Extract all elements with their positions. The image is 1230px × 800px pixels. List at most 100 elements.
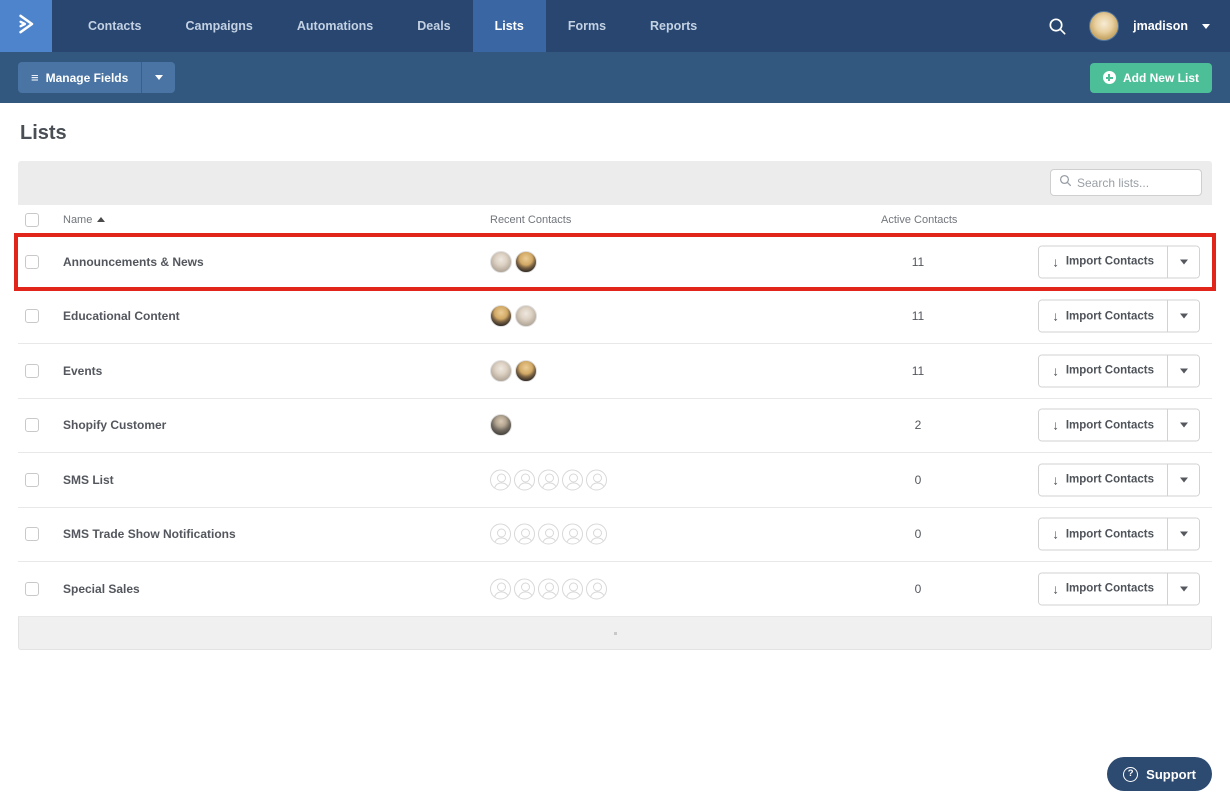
table-body: Announcements & News 11 ↓ Import Contacts Ed…	[18, 235, 1212, 617]
nav-item-reports[interactable]: Reports	[628, 0, 719, 52]
import-contacts-button[interactable]: ↓ Import Contacts	[1039, 355, 1167, 387]
list-name[interactable]: Shopify Customer	[63, 418, 166, 432]
import-contacts-split-button: ↓ Import Contacts	[1038, 572, 1200, 606]
import-options-dropdown-button[interactable]	[1167, 573, 1199, 605]
row-checkbox[interactable]	[25, 527, 39, 542]
active-contacts-count: 11	[911, 363, 925, 378]
empty-avatar-placeholder	[490, 578, 511, 600]
list-name[interactable]: SMS List	[63, 473, 114, 487]
row-checkbox[interactable]	[25, 309, 39, 324]
import-contacts-button[interactable]: ↓ Import Contacts	[1039, 573, 1167, 605]
nav-item-deals[interactable]: Deals	[395, 0, 472, 52]
footer-dot	[614, 631, 617, 635]
table-header: Name Recent Contacts Active Contacts	[18, 205, 1212, 235]
active-contacts-count: 11	[911, 309, 925, 324]
import-contacts-split-button: ↓ Import Contacts	[1038, 245, 1200, 279]
contact-avatar[interactable]	[515, 359, 537, 382]
nav-right-group: jmadison	[1048, 0, 1230, 52]
nav-item-lists[interactable]: Lists	[472, 0, 546, 52]
import-contacts-split-button: ↓ Import Contacts	[1038, 354, 1200, 388]
search-icon	[1059, 174, 1072, 192]
download-arrow-icon: ↓	[1052, 254, 1059, 270]
empty-avatar-placeholder	[562, 523, 583, 545]
table-row: SMS List 0 ↓ Import Contacts	[18, 453, 1212, 508]
column-header-name[interactable]: Name	[63, 214, 106, 226]
import-options-dropdown-button[interactable]	[1167, 518, 1199, 550]
column-header-recent-contacts: Recent Contacts	[490, 213, 572, 226]
list-icon: ≡	[31, 70, 39, 85]
import-options-dropdown-button[interactable]	[1167, 246, 1199, 278]
user-avatar[interactable]	[1089, 11, 1120, 41]
chevron-down-icon	[154, 75, 163, 80]
nav-item-automations[interactable]: Automations	[275, 0, 395, 52]
recent-contacts-avatars	[490, 578, 607, 600]
import-contacts-label: Import Contacts	[1065, 582, 1154, 595]
support-button[interactable]: ? Support	[1107, 757, 1212, 791]
recent-contacts-avatars	[490, 414, 512, 437]
sub-toolbar: ≡ Manage Fields Add New List	[0, 52, 1230, 103]
import-options-dropdown-button[interactable]	[1167, 464, 1199, 496]
contact-avatar[interactable]	[515, 250, 537, 273]
list-name[interactable]: SMS Trade Show Notifications	[63, 527, 236, 541]
recent-contacts-avatars	[490, 469, 607, 491]
contact-avatar[interactable]	[490, 359, 512, 382]
empty-avatar-placeholder	[490, 469, 511, 491]
page-title: Lists	[20, 122, 67, 144]
table-row: SMS Trade Show Notifications 0 ↓ Import Con…	[18, 507, 1212, 562]
import-options-dropdown-button[interactable]	[1167, 409, 1199, 441]
question-mark-icon: ?	[1123, 766, 1139, 782]
import-contacts-label: Import Contacts	[1065, 419, 1154, 432]
table-row: Special Sales 0 ↓ Import Contacts	[18, 562, 1212, 617]
import-contacts-button[interactable]: ↓ Import Contacts	[1039, 300, 1167, 332]
import-contacts-button[interactable]: ↓ Import Contacts	[1039, 464, 1167, 496]
row-checkbox[interactable]	[25, 472, 39, 487]
nav-item-forms[interactable]: Forms	[546, 0, 628, 52]
active-contacts-count: 0	[914, 581, 922, 596]
search-lists-input[interactable]	[1077, 175, 1193, 190]
chevron-down-icon	[1179, 531, 1188, 537]
table-toolbar	[18, 161, 1212, 205]
support-label: Support	[1146, 766, 1196, 782]
import-contacts-button[interactable]: ↓ Import Contacts	[1039, 518, 1167, 550]
table-footer	[18, 616, 1212, 650]
activecampaign-logo[interactable]	[0, 0, 52, 52]
import-contacts-label: Import Contacts	[1065, 255, 1154, 268]
recent-contacts-avatars	[490, 250, 537, 273]
row-checkbox[interactable]	[25, 418, 39, 433]
user-menu-caret-icon[interactable]	[1202, 23, 1210, 29]
contact-avatar[interactable]	[490, 305, 512, 328]
top-navigation: Contacts Campaigns Automations Deals Lists Fo…	[0, 0, 1230, 52]
add-new-list-button[interactable]: Add New List	[1089, 62, 1212, 93]
contact-avatar[interactable]	[490, 250, 512, 273]
list-name[interactable]: Special Sales	[63, 582, 140, 596]
search-icon[interactable]	[1048, 17, 1067, 36]
select-all-checkbox[interactable]	[25, 212, 39, 227]
nav-item-campaigns[interactable]: Campaigns	[163, 0, 274, 52]
import-contacts-label: Import Contacts	[1065, 473, 1154, 486]
import-contacts-button[interactable]: ↓ Import Contacts	[1039, 409, 1167, 441]
import-contacts-split-button: ↓ Import Contacts	[1038, 517, 1200, 551]
contact-avatar[interactable]	[515, 305, 537, 328]
row-checkbox[interactable]	[25, 581, 39, 596]
download-arrow-icon: ↓	[1052, 308, 1059, 324]
import-contacts-split-button: ↓ Import Contacts	[1038, 299, 1200, 333]
row-checkbox[interactable]	[25, 363, 39, 378]
import-contacts-label: Import Contacts	[1065, 364, 1154, 377]
list-name[interactable]: Educational Content	[63, 309, 180, 323]
table-row: Events 11 ↓ Import Contacts	[18, 344, 1212, 399]
contact-avatar[interactable]	[490, 414, 512, 437]
import-options-dropdown-button[interactable]	[1167, 355, 1199, 387]
row-checkbox[interactable]	[25, 254, 39, 269]
manage-fields-button[interactable]: ≡ Manage Fields	[18, 62, 142, 93]
list-name[interactable]: Events	[63, 364, 102, 378]
username-label[interactable]: jmadison	[1133, 19, 1188, 33]
chevron-down-icon	[1179, 422, 1188, 428]
search-lists-box	[1050, 169, 1202, 196]
manage-fields-dropdown-button[interactable]	[141, 62, 176, 93]
import-options-dropdown-button[interactable]	[1167, 300, 1199, 332]
list-name[interactable]: Announcements & News	[63, 255, 204, 269]
empty-avatar-placeholder	[514, 578, 535, 600]
nav-item-contacts[interactable]: Contacts	[66, 0, 163, 52]
import-contacts-button[interactable]: ↓ Import Contacts	[1039, 246, 1167, 278]
empty-avatar-placeholder	[538, 469, 559, 491]
